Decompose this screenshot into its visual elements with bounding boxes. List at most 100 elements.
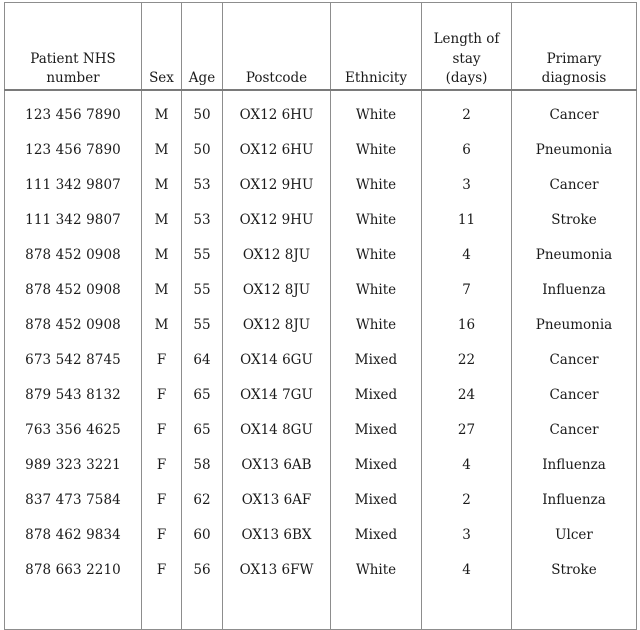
cell-primary-diagnosis: Pneumonia <box>511 231 637 266</box>
cell-length-of-stay: 22 <box>421 336 512 371</box>
table-row[interactable]: 878 663 2210 F 56 OX13 6FW White 4 Stroke <box>4 546 637 581</box>
table-row[interactable]: 673 542 8745 F 64 OX14 6GU Mixed 22 Cancer <box>4 336 637 371</box>
cell-age: 60 <box>181 511 223 546</box>
cell-age: 55 <box>181 231 223 266</box>
column-header-age: Age <box>181 2 223 91</box>
cell-postcode: OX13 6BX <box>222 511 331 546</box>
cell-age: 56 <box>181 546 223 581</box>
cell-ethnicity-empty <box>330 581 422 630</box>
cell-primary-diagnosis: Influenza <box>511 266 637 301</box>
cell-ethnicity: White <box>330 301 422 336</box>
cell-primary-diagnosis: Stroke <box>511 546 637 581</box>
column-header-length-of-stay: Length of stay (days) <box>421 2 512 91</box>
cell-nhs-number: 837 473 7584 <box>4 476 142 511</box>
cell-nhs-number: 123 456 7890 <box>4 126 142 161</box>
cell-sex: M <box>141 161 182 196</box>
cell-nhs-number: 878 452 0908 <box>4 301 142 336</box>
column-header-sex: Sex <box>141 2 182 91</box>
table-row[interactable]: 123 456 7890 M 50 OX12 6HU White 2 Cancer <box>4 90 637 126</box>
cell-ethnicity: Mixed <box>330 371 422 406</box>
cell-sex: F <box>141 511 182 546</box>
table-row[interactable]: 111 342 9807 M 53 OX12 9HU White 3 Cancer <box>4 161 637 196</box>
cell-postcode: OX12 6HU <box>222 90 331 126</box>
cell-nhs-number-empty <box>4 581 142 630</box>
cell-primary-diagnosis: Cancer <box>511 90 637 126</box>
cell-age: 50 <box>181 90 223 126</box>
cell-postcode: OX12 9HU <box>222 161 331 196</box>
cell-sex-empty <box>141 581 182 630</box>
table-row[interactable]: 878 462 9834 F 60 OX13 6BX Mixed 3 Ulcer <box>4 511 637 546</box>
cell-nhs-number: 989 323 3221 <box>4 441 142 476</box>
cell-nhs-number: 111 342 9807 <box>4 161 142 196</box>
cell-age: 53 <box>181 196 223 231</box>
patient-records-table-container: Patient NHS number Sex Age Postcode Ethn… <box>4 2 637 630</box>
cell-age: 55 <box>181 266 223 301</box>
cell-sex: M <box>141 90 182 126</box>
cell-postcode: OX13 6AF <box>222 476 331 511</box>
cell-sex: F <box>141 406 182 441</box>
table-row[interactable]: 878 452 0908 M 55 OX12 8JU White 7 Influenza <box>4 266 637 301</box>
cell-primary-diagnosis-empty <box>511 581 637 630</box>
cell-nhs-number: 878 462 9834 <box>4 511 142 546</box>
cell-ethnicity: White <box>330 126 422 161</box>
cell-age: 58 <box>181 441 223 476</box>
cell-primary-diagnosis: Influenza <box>511 441 637 476</box>
cell-nhs-number: 123 456 7890 <box>4 90 142 126</box>
cell-postcode: OX12 6HU <box>222 126 331 161</box>
cell-postcode: OX13 6FW <box>222 546 331 581</box>
cell-sex: F <box>141 441 182 476</box>
cell-ethnicity: White <box>330 266 422 301</box>
cell-nhs-number: 879 543 8132 <box>4 371 142 406</box>
column-header-postcode-label: Postcode <box>245 70 308 87</box>
table-row[interactable]: 878 452 0908 M 55 OX12 8JU White 4 Pneumonia <box>4 231 637 266</box>
table-row[interactable]: 879 543 8132 F 65 OX14 7GU Mixed 24 Cancer <box>4 371 637 406</box>
cell-age-empty <box>181 581 223 630</box>
cell-ethnicity: White <box>330 231 422 266</box>
cell-postcode: OX14 8GU <box>222 406 331 441</box>
cell-sex: M <box>141 266 182 301</box>
cell-primary-diagnosis: Pneumonia <box>511 301 637 336</box>
table-row[interactable]: 878 452 0908 M 55 OX12 8JU White 16 Pneumonia <box>4 301 637 336</box>
cell-primary-diagnosis: Cancer <box>511 161 637 196</box>
cell-postcode: OX12 9HU <box>222 196 331 231</box>
cell-postcode: OX12 8JU <box>222 301 331 336</box>
cell-ethnicity: Mixed <box>330 406 422 441</box>
cell-length-of-stay-empty <box>421 581 512 630</box>
cell-length-of-stay: 16 <box>421 301 512 336</box>
cell-age: 64 <box>181 336 223 371</box>
cell-age: 50 <box>181 126 223 161</box>
cell-primary-diagnosis: Influenza <box>511 476 637 511</box>
cell-length-of-stay: 3 <box>421 511 512 546</box>
column-header-nhs-number: Patient NHS number <box>4 2 142 91</box>
table-row[interactable]: 837 473 7584 F 62 OX13 6AF Mixed 2 Influenza <box>4 476 637 511</box>
cell-sex: F <box>141 546 182 581</box>
cell-ethnicity: White <box>330 546 422 581</box>
cell-ethnicity: Mixed <box>330 511 422 546</box>
column-header-ethnicity: Ethnicity <box>330 2 422 91</box>
cell-length-of-stay: 6 <box>421 126 512 161</box>
cell-length-of-stay: 2 <box>421 476 512 511</box>
cell-length-of-stay: 4 <box>421 441 512 476</box>
cell-nhs-number: 111 342 9807 <box>4 196 142 231</box>
cell-sex: M <box>141 301 182 336</box>
cell-primary-diagnosis: Pneumonia <box>511 126 637 161</box>
cell-length-of-stay: 24 <box>421 371 512 406</box>
column-header-primary-diagnosis-line2: diagnosis <box>541 70 607 87</box>
column-header-sex-label: Sex <box>149 70 174 87</box>
cell-length-of-stay: 3 <box>421 161 512 196</box>
cell-ethnicity: Mixed <box>330 336 422 371</box>
column-header-length-of-stay-line3: (days) <box>445 70 488 87</box>
table-row[interactable]: 111 342 9807 M 53 OX12 9HU White 11 Stroke <box>4 196 637 231</box>
table-row[interactable]: 123 456 7890 M 50 OX12 6HU White 6 Pneumonia <box>4 126 637 161</box>
cell-sex: F <box>141 371 182 406</box>
column-header-postcode: Postcode <box>222 2 331 91</box>
cell-length-of-stay: 4 <box>421 546 512 581</box>
cell-ethnicity: Mixed <box>330 441 422 476</box>
cell-ethnicity: White <box>330 161 422 196</box>
table-header: Patient NHS number Sex Age Postcode Ethn… <box>4 2 637 91</box>
column-header-nhs-number-line2: number <box>46 70 100 87</box>
table-row[interactable]: 989 323 3221 F 58 OX13 6AB Mixed 4 Influenza <box>4 441 637 476</box>
patient-records-table: Patient NHS number Sex Age Postcode Ethn… <box>4 2 637 630</box>
cell-postcode: OX14 6GU <box>222 336 331 371</box>
table-row[interactable]: 763 356 4625 F 65 OX14 8GU Mixed 27 Cancer <box>4 406 637 441</box>
